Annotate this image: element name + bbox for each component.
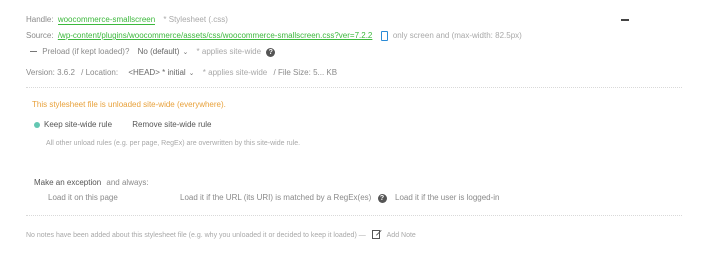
exception-suffix: and always: [106,178,149,187]
exception-option-page[interactable]: Load it on this page [48,193,118,202]
notes-text: No notes have been added about this styl… [26,231,366,239]
sitewide-options: Keep site-wide rule Remove site-wide rul… [34,120,211,129]
chevron-down-icon: ⌄ [182,49,189,56]
handle-row: Handle: woocommerce-smallscreen * Styles… [26,15,228,25]
media-query: only screen and (max-width: 82.5px) [392,31,522,41]
minimize-icon[interactable] [621,19,629,21]
asset-type: * Stylesheet (.css) [163,15,228,24]
meta-row: Version: 3.6.2 / Location: <HEAD> * init… [26,68,337,77]
divider [26,87,682,88]
handle-label: Handle: [26,15,54,24]
location-select[interactable]: <HEAD> * initial ⌄ [128,68,194,77]
help-icon[interactable]: ? [266,48,276,57]
source-url-link[interactable]: /wp-content/plugins/woocommerce/assets/c… [58,31,373,40]
chevron-down-icon: ⌄ [188,70,195,77]
file-size: / File Size: 5... KB [273,68,338,77]
unload-note: All other unload rules (e.g. per page, R… [46,140,301,147]
preload-label: Preload (if kept loaded)? [42,47,130,56]
exception-label: Make an exception [34,178,102,187]
keep-sitewide-option[interactable]: Keep site-wide rule [34,120,114,129]
notes-row: No notes have been added about this styl… [26,229,416,241]
remove-sitewide-option[interactable]: Remove site-wide rule [132,120,211,129]
location-select-value: <HEAD> * initial [128,68,186,77]
source-row: Source: /wp-content/plugins/woocommerce/… [26,31,522,41]
preload-select-value: No (default) [137,47,180,56]
remove-sitewide-label: Remove site-wide rule [132,120,212,129]
exception-option-logged-in[interactable]: Load it if the user is logged-in [395,193,500,202]
keep-sitewide-label: Keep site-wide rule [44,120,113,129]
exception-heading: Make an exception and always: [34,178,149,187]
exception-option-regex[interactable]: Load it if the URL (its URI) is matched … [180,193,387,203]
mobile-icon [380,31,388,41]
add-note-link[interactable]: Add Note [387,232,416,239]
unload-heading: This stylesheet file is unloaded site-wi… [32,100,226,109]
divider [26,215,682,216]
radio-selected-icon [34,121,40,128]
help-icon[interactable]: ? [377,194,387,203]
exception-option-regex-label: Load it if the URL (its URI) is matched … [180,193,372,202]
asset-row: Handle: woocommerce-smallscreen * Styles… [0,0,715,265]
preload-note: * applies site-wide [196,47,262,56]
source-label: Source: [26,31,54,41]
dash-icon [30,51,37,53]
location-label: / Location: [81,68,119,77]
version-text: Version: 3.6.2 [26,68,75,77]
location-note: * applies site-wide [202,68,268,77]
preload-select[interactable]: No (default) ⌄ [138,47,189,56]
edit-note-icon[interactable] [371,229,382,241]
handle-value[interactable]: woocommerce-smallscreen [57,15,156,25]
preload-row: Preload (if kept loaded)? No (default) ⌄ … [30,47,276,57]
